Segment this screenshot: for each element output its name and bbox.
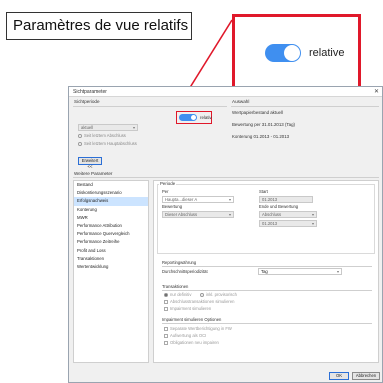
dialog-titlebar: Sichtparameter ✕ — [69, 87, 382, 97]
list-item-selected[interactable]: Erfolgsnachweis — [74, 197, 148, 206]
divider — [231, 106, 379, 107]
period-select[interactable]: aktuell ▾ — [78, 124, 138, 131]
check-separate-wertberichtigung[interactable]: Separate Wertberichtigung in FW — [164, 326, 232, 331]
chevron-down-icon: ▾ — [311, 221, 314, 226]
reporting-title: Reportingwährung — [162, 260, 197, 265]
radio-seit-letztem-hauptabschluss[interactable]: Seit letztem Hauptabschluss — [78, 141, 137, 147]
durchschnitt-select-value: Tag — [261, 269, 268, 274]
auswahl-label: Auswahl — [232, 99, 250, 104]
divider — [162, 290, 372, 291]
checkbox-icon — [164, 326, 168, 331]
zoom-highlight-box: relative — [232, 14, 361, 91]
impairment-title: Impairment simulieren Optionen — [162, 317, 222, 322]
chevron-down-icon: ▾ — [228, 197, 231, 202]
callout-label: Paramètres de vue relatifs — [6, 12, 192, 40]
ende-label: Ende und Bewertung — [259, 204, 299, 209]
check-abschlusstransaktionen[interactable]: Abschlusstransaktionen simulieren — [164, 299, 234, 304]
divider — [162, 266, 372, 267]
relative-toggle[interactable] — [179, 114, 197, 121]
relative-toggle-label: relativ — [200, 115, 212, 120]
ende-select-value: Abschluss — [262, 212, 282, 217]
close-icon[interactable]: ✕ — [374, 87, 379, 97]
list-item[interactable]: Performance Zeitreihe — [74, 238, 148, 246]
cancel-button[interactable]: Abbrechen — [352, 372, 380, 380]
checkbox-label: Abschlusstransaktionen simulieren — [170, 299, 235, 304]
period-select-value: aktuell — [81, 125, 94, 130]
list-item[interactable]: MWR — [74, 214, 148, 222]
checkbox-icon — [164, 306, 168, 311]
divider — [73, 106, 227, 107]
chevron-down-icon: ▾ — [336, 269, 339, 274]
auswahl-line-1: Wertpapierbestand aktuell — [232, 110, 283, 115]
bewertung-label: Bewertung — [162, 204, 183, 209]
checkbox-label: Aufwertung als OCI — [170, 333, 207, 338]
toggle-knob — [191, 115, 196, 120]
checkbox-label: Impairment simulieren — [170, 306, 212, 311]
checkbox-label: Separate Wertberichtigung in FW — [170, 326, 232, 331]
erweitert-button[interactable]: Erweitert << — [78, 157, 102, 169]
list-item[interactable]: Diskontierungsszenario — [74, 189, 148, 197]
list-item[interactable]: Performance Quervergleich — [74, 230, 148, 238]
auswahl-line-2: Bewertung per 31.01.2013 (Tag) — [232, 122, 295, 127]
divider — [162, 323, 372, 324]
radio-label: nur definitiv — [170, 292, 192, 297]
check-impairment-simulieren[interactable]: Impairment simulieren — [164, 306, 211, 311]
parameter-content-panel: Periode Per Haupta...dieser A ▾ Bewertun… — [153, 180, 379, 363]
bewertung-select[interactable]: Dieser Abschluss ▾ — [162, 211, 234, 218]
weitere-parameter-label: Weitere Parameter — [74, 171, 113, 176]
per-select[interactable]: Haupta...dieser A ▾ — [162, 196, 234, 203]
checkbox-icon — [164, 299, 168, 304]
start-field[interactable]: 01.2013 — [259, 196, 313, 203]
radio-inkl-provisorisch[interactable]: inkl. provisorisch — [200, 292, 237, 297]
ende-select[interactable]: Abschluss ▾ — [259, 211, 317, 218]
radio-icon — [78, 133, 82, 138]
dialog-title: Sichtparameter — [73, 89, 107, 95]
transaktionen-title: Transaktionen — [162, 284, 189, 289]
per-label: Per — [162, 189, 169, 194]
chevron-down-icon: ▾ — [228, 212, 231, 217]
radio-icon — [164, 292, 168, 297]
list-item[interactable]: Wertentwicklung — [74, 263, 148, 271]
radio-label: Seit letztem Abschluss — [84, 133, 126, 138]
check-aufwertung-oci[interactable]: Aufwertung als OCI — [164, 333, 206, 338]
list-item[interactable]: Bestand — [74, 181, 148, 189]
list-item[interactable]: Performance Attribution — [74, 222, 148, 230]
report-type-list: Bestand Diskontierungsszenario Erfolgsna… — [73, 180, 149, 363]
radio-icon — [78, 141, 82, 146]
periode-section — [157, 184, 375, 254]
list-item[interactable]: Transaktionen — [74, 255, 148, 263]
toggle-knob — [284, 45, 300, 61]
ende-value: 01.2013 — [262, 221, 278, 226]
check-obligationen-impairen[interactable]: Obligationen neu impairen — [164, 340, 219, 345]
durchschnitt-label: Durchschnittsperiodizität — [162, 269, 208, 274]
ende-value-field[interactable]: 01.2013 ▾ — [259, 220, 317, 227]
auswahl-line-3: Konterung 01.2013 - 01.2013 — [232, 134, 290, 139]
checkbox-icon — [164, 333, 168, 338]
radio-seit-letztem-abschluss[interactable]: Seit letztem Abschluss — [78, 133, 126, 139]
ok-button[interactable]: OK — [329, 372, 349, 380]
radio-nur-definitiv[interactable]: nur definitiv — [164, 292, 191, 297]
radio-icon — [200, 292, 204, 297]
checkbox-icon — [164, 340, 168, 345]
durchschnitt-select[interactable]: Tag ▾ — [258, 268, 342, 275]
start-label: Start — [259, 189, 268, 194]
relative-toggle-zoomed[interactable] — [265, 44, 301, 62]
sichtperiode-label: Sichtperiode — [74, 99, 100, 104]
divider — [73, 177, 379, 178]
start-value: 01.2013 — [262, 197, 278, 202]
radio-label: Seit letztem Hauptabschluss — [84, 141, 137, 146]
relative-toggle-zoomed-label: relative — [309, 47, 345, 59]
list-item[interactable]: Konterung — [74, 206, 148, 214]
per-select-value: Haupta...dieser A — [165, 197, 198, 202]
periode-title: Periode — [159, 181, 177, 186]
chevron-down-icon: ▾ — [132, 125, 135, 130]
chevron-down-icon: ▾ — [311, 212, 314, 217]
bewertung-select-value: Dieser Abschluss — [165, 212, 198, 217]
radio-label: inkl. provisorisch — [206, 292, 237, 297]
list-item[interactable]: Profit and Loss — [74, 247, 148, 255]
sichtparameter-dialog: Sichtparameter ✕ Sichtperiode relativ ak… — [68, 86, 383, 383]
checkbox-label: Obligationen neu impairen — [170, 340, 219, 345]
